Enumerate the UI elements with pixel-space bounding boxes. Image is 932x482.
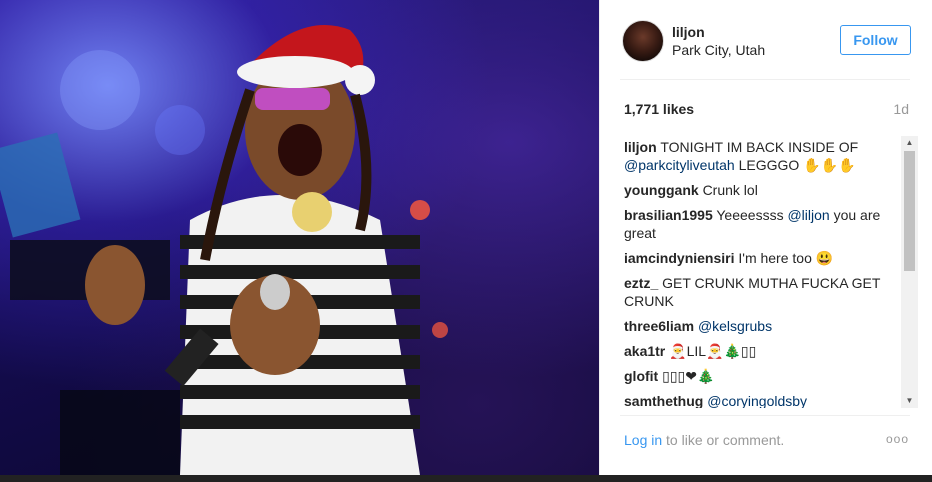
comment-text: Crunk lol	[702, 182, 758, 198]
username[interactable]: liljon	[672, 24, 705, 40]
post-header: liljon Park City, Utah Follow	[600, 0, 919, 80]
likes-count[interactable]: 1,771 likes	[624, 101, 694, 117]
comment-user[interactable]: aka1tr	[624, 343, 665, 359]
comment: iamcindyniensiri I'm here too 😃	[624, 249, 894, 267]
comment-user[interactable]: younggank	[624, 182, 699, 198]
comment: brasilian1995 Yeeeessss @liljon you are …	[624, 206, 894, 242]
follow-button[interactable]: Follow	[840, 25, 911, 55]
comment: glofit ▯▯▯❤🎄	[624, 367, 894, 385]
divider	[620, 415, 910, 416]
comments-scrollbar[interactable]: ▲ ▼	[901, 136, 918, 408]
comment-text: LEGGGO ✋✋✋	[734, 157, 856, 173]
comment: younggank Crunk lol	[624, 181, 894, 199]
post-photo[interactable]	[0, 0, 599, 475]
more-options-icon[interactable]: ooo	[886, 432, 909, 446]
comment: liljon TONIGHT IM BACK INSIDE OF @parkci…	[624, 138, 894, 174]
post-sidebar: liljon Park City, Utah Follow 1,771 like…	[599, 0, 918, 475]
comment: three6liam @kelsgrubs	[624, 317, 894, 335]
post-photo-art	[0, 25, 448, 475]
comment-user[interactable]: brasilian1995	[624, 207, 713, 223]
comment-text: I'm here too 😃	[738, 250, 834, 266]
comment-text: Yeeeessss	[716, 207, 788, 223]
comment: samthethug @coryingoldsby	[624, 392, 894, 408]
comment-text: GET CRUNK MUTHA FUCKA GET CRUNK	[624, 275, 881, 309]
comments-list: liljon TONIGHT IM BACK INSIDE OF @parkci…	[624, 138, 914, 408]
scroll-up-arrow-icon[interactable]: ▲	[901, 136, 918, 150]
comment-user[interactable]: liljon	[624, 139, 657, 155]
comment: aka1tr 🎅LIL🎅🎄▯▯	[624, 342, 894, 360]
comment-user[interactable]: iamcindyniensiri	[624, 250, 734, 266]
comment-mention[interactable]: @liljon	[787, 207, 829, 223]
divider	[620, 79, 910, 80]
comment-mention[interactable]: @kelsgrubs	[698, 318, 772, 334]
login-link[interactable]: Log in	[624, 432, 662, 448]
comment-user[interactable]: glofit	[624, 368, 658, 384]
comment-mention[interactable]: @coryingoldsby	[707, 393, 807, 408]
page-bottom-edge	[0, 475, 932, 482]
login-prompt-text: to like or comment.	[662, 432, 785, 448]
comment-user[interactable]: samthethug	[624, 393, 703, 408]
comment: eztz_ GET CRUNK MUTHA FUCKA GET CRUNK	[624, 274, 894, 310]
avatar[interactable]	[622, 20, 664, 62]
page-edge	[918, 0, 932, 475]
timestamp[interactable]: 1d	[893, 101, 909, 117]
login-prompt: Log in to like or comment.	[624, 432, 784, 448]
comment-user[interactable]: eztz_	[624, 275, 658, 291]
comment-user[interactable]: three6liam	[624, 318, 694, 334]
comment-text: TONIGHT IM BACK INSIDE OF	[660, 139, 859, 155]
scroll-thumb[interactable]	[904, 151, 915, 271]
comment-text: 🎅LIL🎅🎄▯▯	[669, 343, 757, 359]
comment-mention[interactable]: @parkcityliveutah	[624, 157, 735, 173]
location[interactable]: Park City, Utah	[672, 42, 765, 58]
comment-text: ▯▯▯❤🎄	[662, 368, 715, 384]
scroll-down-arrow-icon[interactable]: ▼	[901, 394, 918, 408]
